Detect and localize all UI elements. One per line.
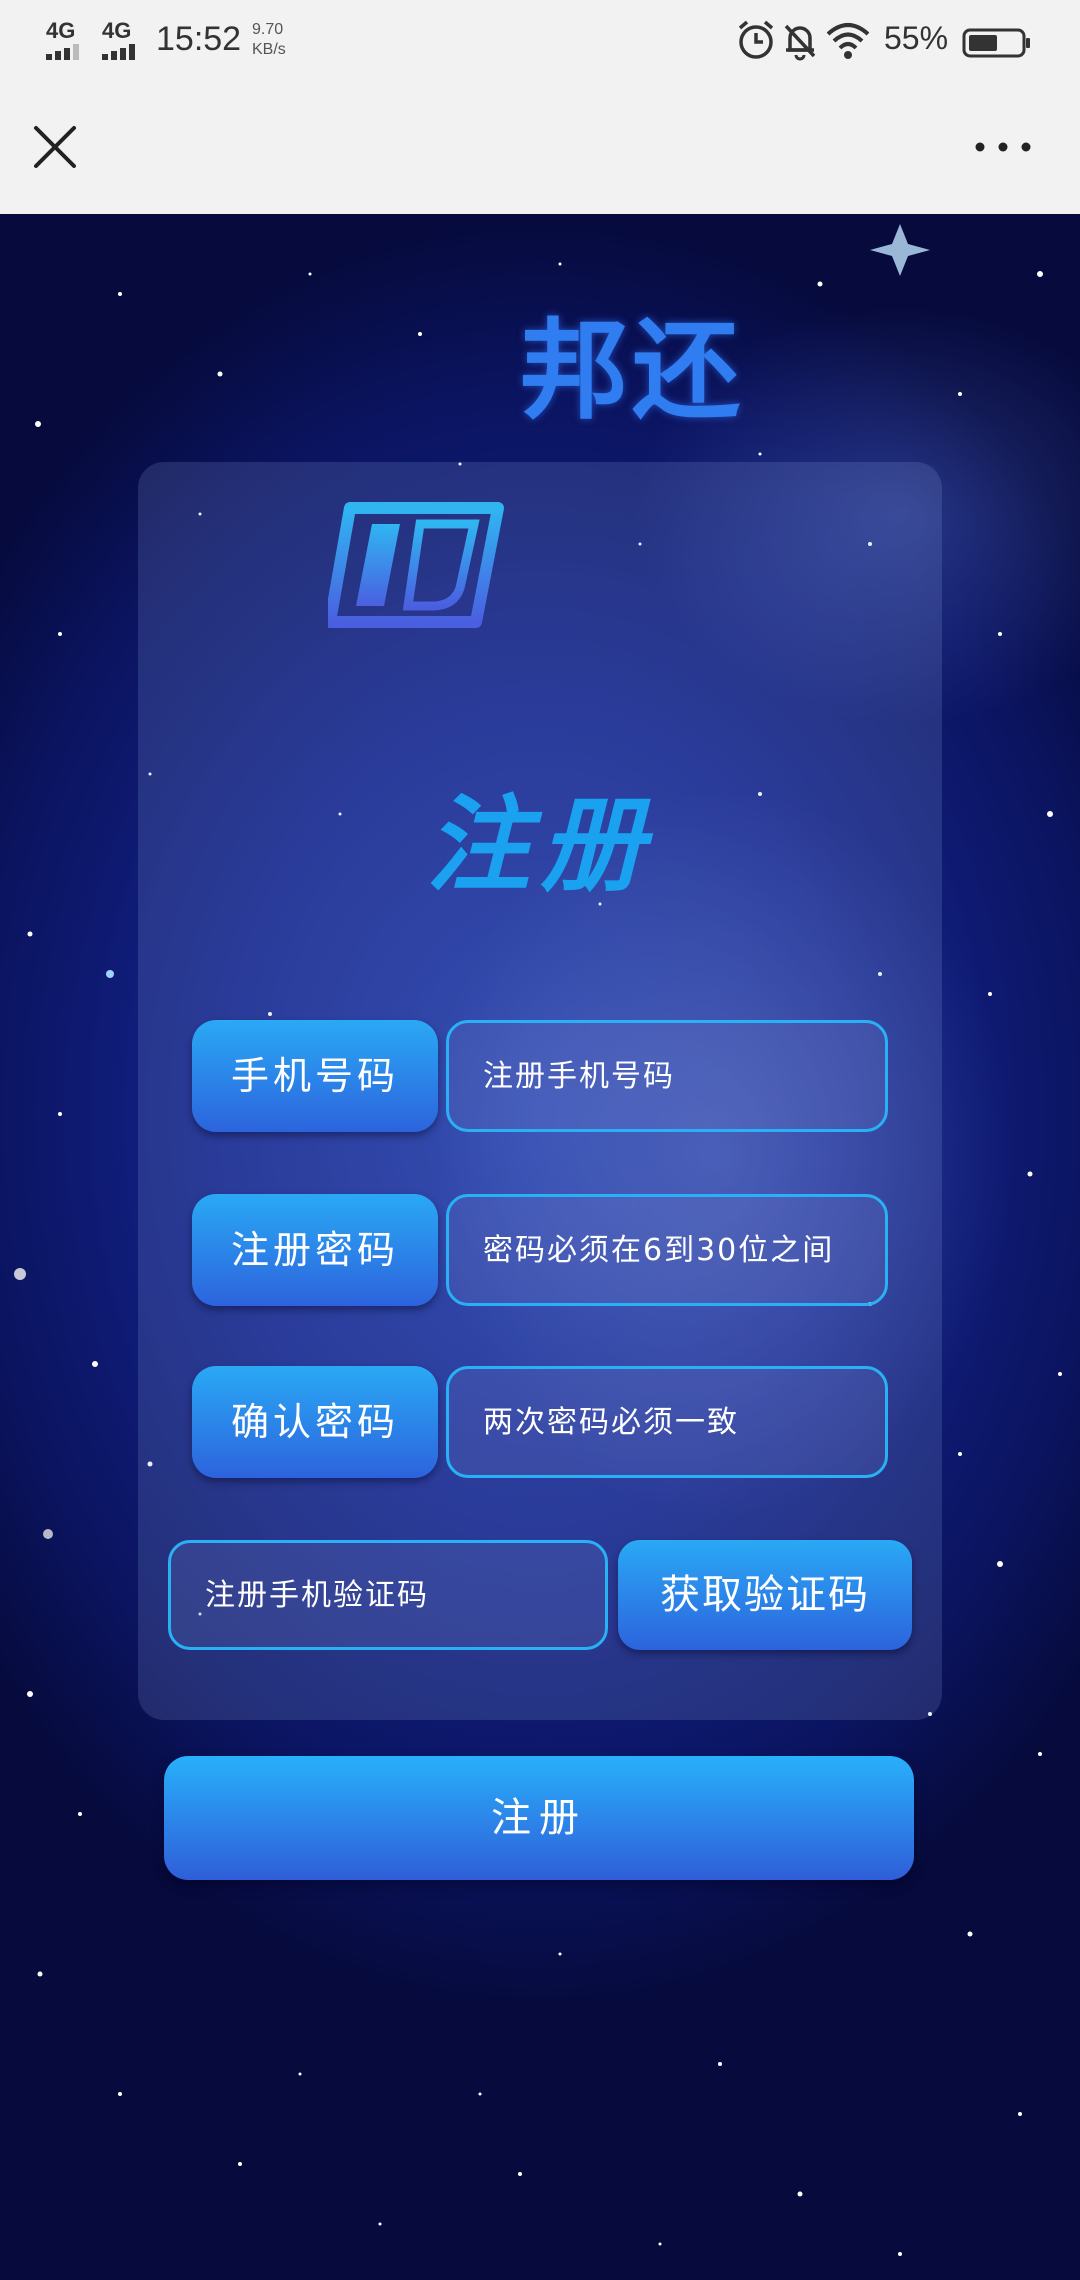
clock: 15:52 [156, 20, 242, 58]
network-type-label: 4G [46, 18, 76, 43]
page-title: 注册 [425, 783, 654, 906]
browser-title-bar [0, 84, 1080, 214]
mute-bell-icon [784, 24, 816, 61]
signal-icon: 4G [100, 18, 144, 62]
network-type-label: 4G [102, 18, 132, 43]
password-input[interactable] [446, 1194, 888, 1306]
confirm-password-label: 确认密码 [192, 1366, 438, 1478]
phone-label: 手机号码 [192, 1020, 438, 1132]
speed-value: 9.70 [252, 21, 284, 38]
phone-input[interactable] [446, 1020, 888, 1132]
get-code-button[interactable]: 获取验证码 [618, 1540, 912, 1650]
battery-icon [962, 28, 1030, 58]
network-speed: 9.70 KB/s [252, 20, 286, 60]
password-label: 注册密码 [192, 1194, 438, 1306]
status-bar: 4G 4G 15:52 9.70 KB/s 55% [0, 0, 1080, 84]
register-button[interactable]: 注册 [164, 1756, 914, 1880]
speed-unit: KB/s [252, 41, 286, 58]
battery-percent: 55% [884, 20, 949, 56]
confirm-password-input[interactable] [446, 1366, 888, 1478]
more-dots-icon[interactable] [970, 120, 1036, 174]
alarm-icon [738, 20, 774, 59]
signal-icon: 4G [44, 18, 88, 62]
brand-name: 邦还 [520, 309, 745, 434]
verification-code-input[interactable] [168, 1540, 608, 1650]
close-icon[interactable] [28, 120, 82, 174]
wifi-icon [826, 23, 870, 59]
